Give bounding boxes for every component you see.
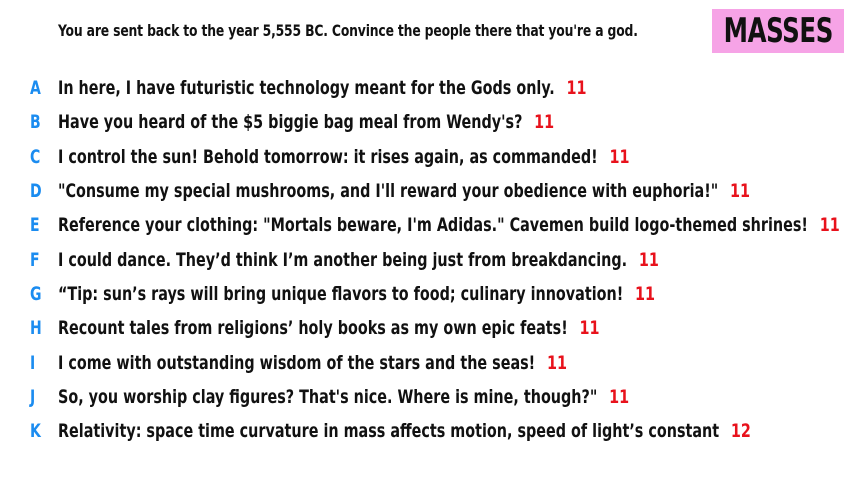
answer-row-f: F I could dance. They’d think I’m anothe… <box>0 242 853 276</box>
answer-letter: C <box>30 145 41 168</box>
answer-score: 11 <box>819 214 840 237</box>
answer-content: I control the sun! Behold tomorrow: it r… <box>58 146 629 168</box>
answer-score: 11 <box>579 317 600 340</box>
answer-row-h: H Recount tales from religions’ holy boo… <box>0 311 853 345</box>
answer-row-d: D "Consume my special mushrooms, and I'l… <box>0 174 853 208</box>
answer-letter: F <box>30 248 40 271</box>
answer-letter: B <box>30 111 41 134</box>
answer-text: I could dance. They’d think I’m another … <box>58 248 628 271</box>
answer-score: 11 <box>566 77 587 100</box>
category-badge: MASSES <box>712 9 844 53</box>
answer-content: I could dance. They’d think I’m another … <box>58 249 659 271</box>
answer-row-i: I I come with outstanding wisdom of the … <box>0 345 853 379</box>
answer-score: 11 <box>730 180 751 203</box>
answer-content: Have you heard of the $5 biggie bag meal… <box>58 111 554 133</box>
answer-text: "Consume my special mushrooms, and I'll … <box>58 180 719 203</box>
answer-letter: I <box>30 351 36 374</box>
answer-content: So, you worship clay figures? That's nic… <box>58 386 629 408</box>
answer-text: Recount tales from religions’ holy books… <box>58 317 568 340</box>
answer-letter: A <box>30 77 41 100</box>
answer-content: Recount tales from religions’ holy books… <box>58 317 600 339</box>
answer-text: “Tip: sun’s rays will bring unique flavo… <box>58 282 624 305</box>
answer-letter: K <box>30 420 41 443</box>
answer-score: 11 <box>635 282 656 305</box>
answer-row-c: C I control the sun! Behold tomorrow: it… <box>0 140 853 174</box>
answer-score: 11 <box>638 248 659 271</box>
answer-score: 12 <box>730 420 751 443</box>
answer-content: "Consume my special mushrooms, and I'll … <box>58 180 750 202</box>
answer-score: 11 <box>546 351 567 374</box>
answer-row-b: B Have you heard of the $5 biggie bag me… <box>0 105 853 139</box>
answer-text: Reference your clothing: "Mortals beware… <box>58 214 808 237</box>
answer-letter: D <box>30 180 42 203</box>
question-prompt: You are sent back to the year 5,555 BC. … <box>58 21 638 40</box>
answer-row-j: J So, you worship clay figures? That's n… <box>0 380 853 414</box>
answer-list: A In here, I have futuristic technology … <box>0 71 853 448</box>
answer-content: Relativity: space time curvature in mass… <box>58 420 751 442</box>
answer-row-k: K Relativity: space time curvature in ma… <box>0 414 853 448</box>
answer-content: In here, I have futuristic technology me… <box>58 77 586 99</box>
answer-score: 11 <box>609 145 630 168</box>
answer-letter: G <box>30 282 42 305</box>
answer-text: Relativity: space time curvature in mass… <box>58 420 720 443</box>
answer-text: In here, I have futuristic technology me… <box>58 77 555 100</box>
answer-content: “Tip: sun’s rays will bring unique flavo… <box>58 283 655 305</box>
answer-text: I come with outstanding wisdom of the st… <box>58 351 536 374</box>
category-badge-label: MASSES <box>723 11 833 51</box>
answer-text: I control the sun! Behold tomorrow: it r… <box>58 145 598 168</box>
answer-score: 11 <box>534 111 555 134</box>
answer-row-g: G “Tip: sun’s rays will bring unique fla… <box>0 277 853 311</box>
answer-letter: E <box>30 214 40 237</box>
answer-content: I come with outstanding wisdom of the st… <box>58 352 567 374</box>
answer-text: So, you worship clay figures? That's nic… <box>58 385 598 408</box>
answer-text: Have you heard of the $5 biggie bag meal… <box>58 111 523 134</box>
answer-letter: J <box>30 385 36 408</box>
answer-row-a: A In here, I have futuristic technology … <box>0 71 853 105</box>
answer-row-e: E Reference your clothing: "Mortals bewa… <box>0 208 853 242</box>
answer-letter: H <box>30 317 42 340</box>
answer-score: 11 <box>609 385 630 408</box>
answer-content: Reference your clothing: "Mortals beware… <box>58 214 840 236</box>
